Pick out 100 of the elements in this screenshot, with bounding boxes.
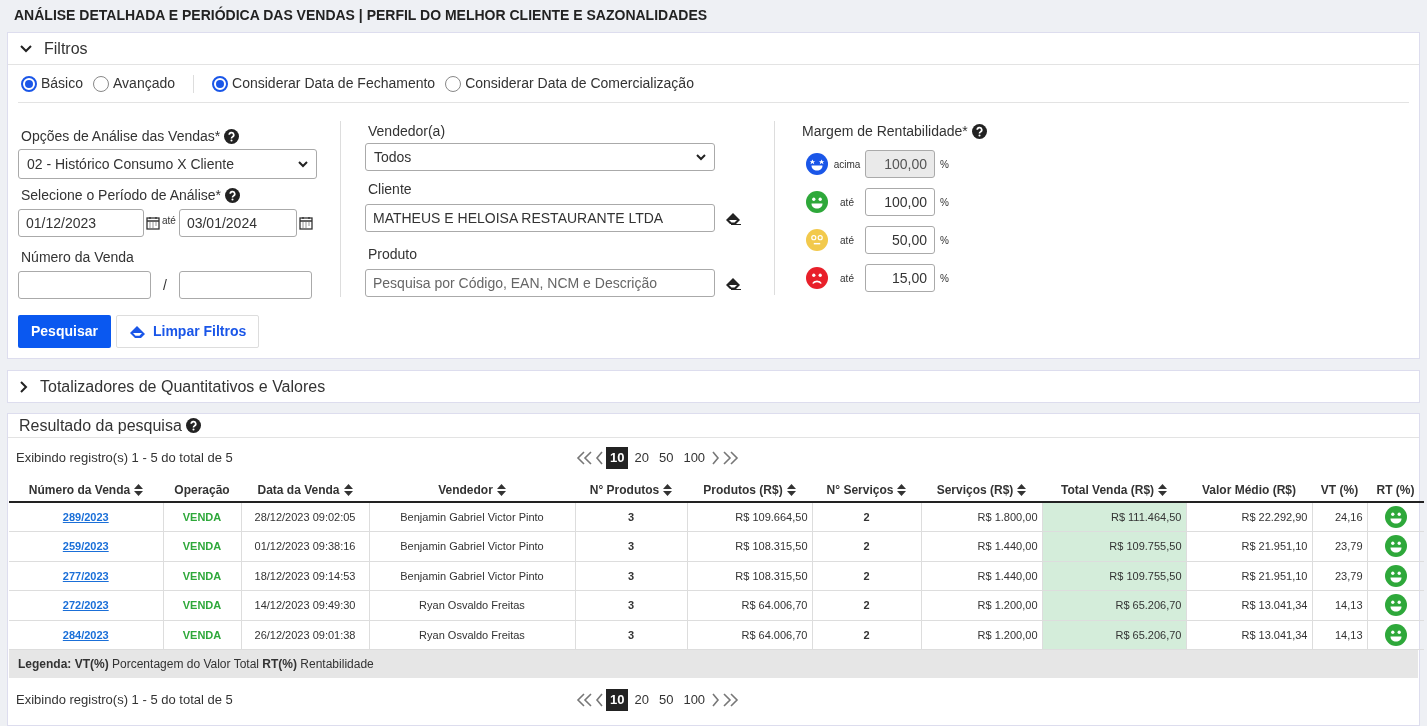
next-page-icon[interactable] [711, 692, 721, 708]
sort-icon[interactable] [496, 483, 506, 496]
first-page-icon[interactable] [576, 450, 593, 466]
radio-button[interactable] [212, 75, 229, 92]
previous-page-icon[interactable] [595, 692, 604, 708]
sort-icon[interactable] [1158, 483, 1168, 496]
input-field[interactable] [179, 271, 312, 299]
analysis-select[interactable]: 02 - Histórico Consumo X Cliente [18, 149, 317, 179]
table-cell: 24,16 [1334, 510, 1363, 523]
radio-option[interactable]: Avançado [93, 73, 176, 94]
smiley-icon [805, 153, 828, 175]
sort-icon[interactable] [343, 483, 353, 496]
column-header[interactable]: Total Venda (R$) [1042, 478, 1186, 502]
filters-header[interactable]: Filtros [8, 33, 1419, 65]
table-cell: Benjamin Gabriel Victor Pinto [400, 510, 544, 523]
sale-number-link[interactable]: 289/2023 [62, 510, 109, 523]
percent-field[interactable]: 15,00 [865, 264, 935, 292]
column-header: VT (%) [1312, 478, 1367, 502]
table-cell: 14/12/2023 09:49:30 [254, 599, 356, 611]
help-icon[interactable] [185, 418, 201, 433]
next-page-icon[interactable] [711, 450, 721, 466]
column-header[interactable]: N° Serviços [812, 478, 921, 502]
search-button[interactable]: Pesquisar [18, 315, 111, 348]
chevron-down-icon[interactable] [20, 44, 32, 53]
operation-text: VENDA [182, 599, 222, 611]
percent-field[interactable]: 100,00 [865, 188, 935, 216]
sort-icon[interactable] [897, 483, 907, 496]
column-header[interactable]: Serviços (R$) [921, 478, 1042, 502]
help-icon[interactable] [225, 187, 241, 203]
eraser-icon[interactable] [725, 276, 742, 290]
sort-icon[interactable] [1017, 483, 1027, 496]
calendar-icon[interactable] [298, 216, 313, 230]
sort-icon[interactable] [134, 483, 144, 496]
records-summary: Exibindo registro(s) 1 - 5 do total de 5 [16, 449, 234, 468]
date-field[interactable]: 03/01/2024 [178, 209, 297, 237]
page-size-option[interactable]: 100 [679, 689, 710, 711]
radio-option[interactable]: Considerar Data de Comercialização [445, 73, 694, 94]
sale-number-link[interactable]: 284/2023 [62, 628, 109, 641]
table-cell: R$ 109.664,50 [735, 510, 808, 523]
sort-icon[interactable] [663, 483, 673, 496]
operation-text: VENDA [182, 569, 222, 582]
table-cell: 23,79 [1334, 569, 1363, 582]
radio-button[interactable] [21, 75, 37, 92]
help-icon[interactable] [224, 128, 240, 144]
date-field[interactable]: 01/12/2023 [18, 209, 144, 237]
column-header[interactable]: N° Produtos [575, 478, 687, 502]
legend-text: Legenda: VT(%) Porcentagem do Valor Total RT(%) Rentabilidade [18, 656, 374, 673]
client-field[interactable]: MATHEUS E HELOISA RESTAURANTE LTDA [365, 204, 715, 232]
section-title: Resultado da pesquisa [19, 415, 182, 436]
field-label: Cliente [367, 180, 413, 199]
table-cell: R$ 109.755,50 [1109, 569, 1182, 582]
table-cell: R$ 108.315,50 [735, 569, 808, 582]
table-cell: R$ 64.006,70 [741, 628, 808, 641]
sale-number-link[interactable]: 277/2023 [62, 569, 109, 582]
column-header[interactable]: Produtos (R$) [687, 478, 812, 502]
product-field[interactable]: Pesquisa por Código, EAN, NCM e Descrição [365, 269, 715, 297]
input-field[interactable] [18, 271, 151, 299]
first-page-icon[interactable] [576, 692, 593, 708]
table-cell: R$ 64.006,70 [741, 599, 808, 611]
sort-icon[interactable] [786, 483, 796, 496]
page-size-option[interactable]: 100 [679, 447, 710, 469]
unit-text: % [940, 157, 949, 172]
unit-text: % [940, 195, 949, 210]
percent-field[interactable]: 50,00 [865, 226, 935, 254]
table-cell: R$ 22.292,90 [1241, 510, 1308, 523]
radio-option[interactable]: Considerar Data de Fechamento [212, 73, 436, 94]
sale-number-link[interactable]: 259/2023 [62, 540, 109, 552]
qualifier-text: até [839, 195, 855, 210]
page-title: ANÁLISE DETALHADA E PERIÓDICA DAS VENDAS | PERFIL DO MELHOR CLIENTE E SAZONALIDADES [13, 5, 709, 25]
caret-icon [696, 153, 706, 161]
seller-select[interactable]: Todos [365, 143, 715, 171]
smiley-icon [805, 229, 828, 251]
previous-page-icon[interactable] [595, 450, 604, 466]
field-label: Vendedor(a) [367, 122, 447, 141]
table-cell: 3 [627, 599, 635, 611]
clear-filters-button[interactable]: Limpar Filtros [115, 315, 260, 348]
field-label: Opções de Análise das Vendas* [21, 126, 221, 146]
page-size-option[interactable]: 20 [630, 447, 653, 469]
sale-number-link[interactable]: 272/2023 [62, 599, 109, 611]
totals-header[interactable]: Totalizadores de Quantitativos e Valores [7, 370, 1420, 403]
smiley-icon [805, 267, 828, 289]
table-cell: 26/12/2023 09:01:38 [254, 628, 356, 641]
table-cell: R$ 13.041,34 [1241, 628, 1308, 641]
last-page-icon[interactable] [722, 450, 740, 466]
column-header[interactable]: Data da Venda [241, 478, 369, 502]
chevron-right-icon[interactable] [20, 380, 28, 393]
last-page-icon[interactable] [722, 692, 740, 708]
page-size-option[interactable]: 20 [630, 689, 653, 711]
page-size-option[interactable]: 10 [606, 447, 629, 469]
eraser-icon[interactable] [725, 211, 742, 225]
page-size-option[interactable]: 50 [654, 447, 678, 469]
column-header[interactable]: Número da Venda [9, 478, 163, 502]
help-icon[interactable] [971, 123, 987, 139]
page-size-option[interactable]: 10 [606, 689, 629, 711]
separator-text: até [162, 214, 176, 228]
table-cell: R$ 13.041,34 [1241, 599, 1308, 611]
page-size-option[interactable]: 50 [654, 689, 678, 711]
calendar-icon[interactable] [146, 216, 160, 230]
column-header[interactable]: Vendedor [369, 478, 575, 502]
radio-option[interactable]: Básico [21, 73, 84, 94]
